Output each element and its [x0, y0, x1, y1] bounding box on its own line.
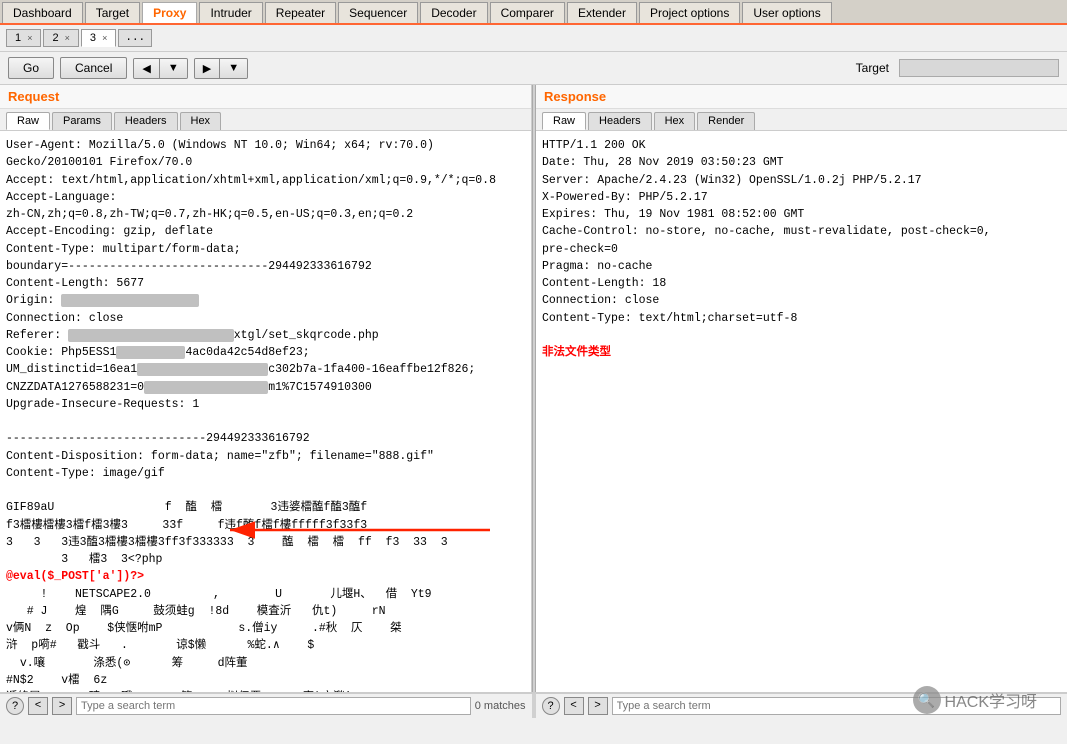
response-tab-render[interactable]: Render [697, 112, 755, 130]
nav-forward-group: ▶ ▼ [194, 58, 248, 79]
request-tab-hex[interactable]: Hex [180, 112, 222, 130]
referer-value [68, 329, 234, 342]
nav-arrow-group: ◀ ▼ [133, 58, 187, 79]
tab-intruder[interactable]: Intruder [199, 2, 262, 23]
request-panel-title: Request [0, 85, 531, 109]
forward-dropdown[interactable]: ▼ [220, 59, 247, 78]
left-next-button[interactable]: > [52, 697, 72, 715]
cancel-button[interactable]: Cancel [60, 57, 127, 79]
tab-user-options[interactable]: User options [742, 2, 831, 23]
cookie-um [137, 363, 268, 376]
cookie-phpsess [116, 346, 185, 359]
tab-extender[interactable]: Extender [567, 2, 637, 23]
main-content: Request Raw Params Headers Hex User-Agen… [0, 85, 1067, 692]
history-tab-1[interactable]: 1 × [6, 29, 41, 47]
history-tab-2[interactable]: 2 × [43, 29, 78, 47]
back-button[interactable]: ◀ [134, 59, 159, 78]
toolbar: Go Cancel ◀ ▼ ▶ ▼ Target [0, 52, 1067, 85]
cookie-cnzz [144, 381, 268, 394]
target-value [899, 59, 1059, 77]
tab-target[interactable]: Target [85, 2, 140, 23]
request-body: User-Agent: Mozilla/5.0 (Windows NT 10.0… [0, 131, 531, 692]
history-tab-ellipsis[interactable]: ... [118, 29, 152, 47]
app-wrapper: Dashboard Target Proxy Intruder Repeater… [0, 0, 1067, 744]
left-status-bar: ? < > 0 matches [0, 693, 536, 718]
left-help-button[interactable]: ? [6, 697, 24, 715]
tab-comparer[interactable]: Comparer [490, 2, 565, 23]
forward-button[interactable]: ▶ [195, 59, 220, 78]
request-panel-tabs: Raw Params Headers Hex [0, 109, 531, 131]
tab-repeater[interactable]: Repeater [265, 2, 336, 23]
request-panel: Request Raw Params Headers Hex User-Agen… [0, 85, 532, 692]
eval-highlight: @eval($_POST['a'])?> [6, 570, 144, 583]
close-tab-1[interactable]: × [27, 33, 32, 43]
left-prev-button[interactable]: < [28, 697, 48, 715]
right-help-button[interactable]: ? [542, 697, 560, 715]
response-tab-headers[interactable]: Headers [588, 112, 652, 130]
response-body-text: 非法文件类型 [542, 346, 611, 359]
request-tab-raw[interactable]: Raw [6, 112, 50, 130]
request-tab-params[interactable]: Params [52, 112, 112, 130]
response-tab-hex[interactable]: Hex [654, 112, 696, 130]
tab-decoder[interactable]: Decoder [420, 2, 487, 23]
origin-value [61, 294, 199, 307]
tab-sequencer[interactable]: Sequencer [338, 2, 418, 23]
history-tabs-row: 1 × 2 × 3 × ... [0, 25, 1067, 52]
bottom-bars: ? < > 0 matches ? < > [0, 692, 1067, 718]
right-status-bar: ? < > [536, 693, 1067, 718]
right-prev-button[interactable]: < [564, 697, 584, 715]
left-match-count: 0 matches [475, 700, 526, 712]
go-button[interactable]: Go [8, 57, 54, 79]
close-tab-3[interactable]: × [102, 33, 107, 43]
tab-project-options[interactable]: Project options [639, 2, 740, 23]
response-tab-raw[interactable]: Raw [542, 112, 586, 130]
tab-dashboard[interactable]: Dashboard [2, 2, 83, 23]
response-panel-title: Response [536, 85, 1067, 109]
left-search-input[interactable] [76, 697, 471, 715]
response-panel-tabs: Raw Headers Hex Render [536, 109, 1067, 131]
right-next-button[interactable]: > [588, 697, 608, 715]
target-label: Target [856, 61, 889, 75]
close-tab-2[interactable]: × [65, 33, 70, 43]
back-dropdown[interactable]: ▼ [160, 59, 187, 78]
history-tab-3[interactable]: 3 × [81, 29, 116, 47]
response-body: HTTP/1.1 200 OK Date: Thu, 28 Nov 2019 0… [536, 131, 1067, 692]
nav-tabs: Dashboard Target Proxy Intruder Repeater… [0, 0, 1067, 25]
tab-proxy[interactable]: Proxy [142, 2, 197, 23]
right-search-input[interactable] [612, 697, 1062, 715]
request-tab-headers[interactable]: Headers [114, 112, 178, 130]
response-panel: Response Raw Headers Hex Render HTTP/1.1… [536, 85, 1067, 692]
